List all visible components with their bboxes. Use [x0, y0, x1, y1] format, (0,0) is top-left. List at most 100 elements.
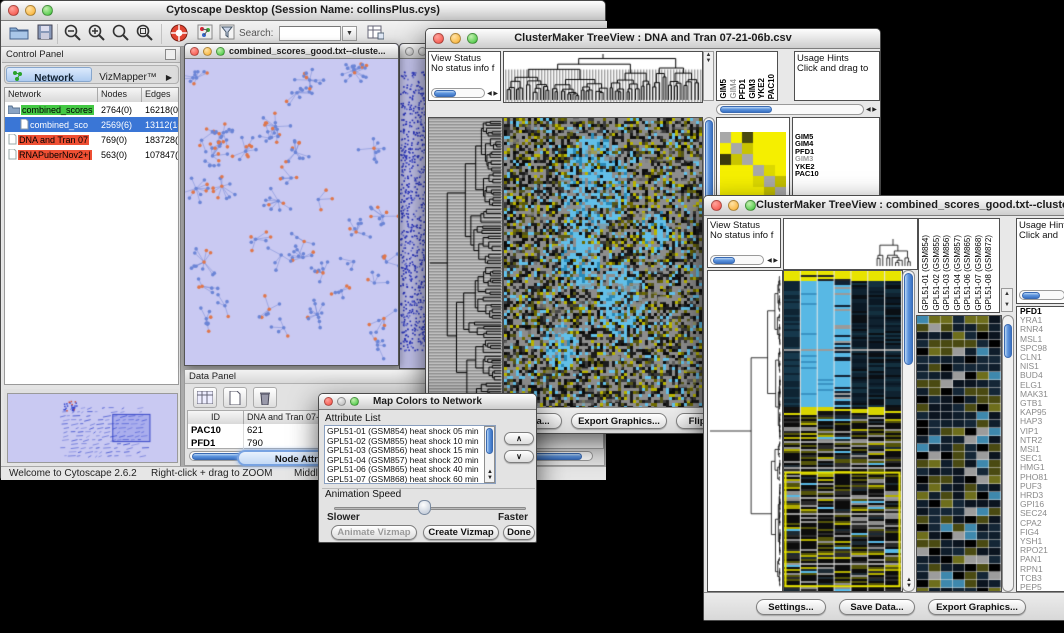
network-row[interactable]: combined_scores 2764(0) 16218(0)	[5, 102, 178, 117]
network-row[interactable]: RNAPuberNov2+| 563(0) 107847(0)	[5, 147, 178, 162]
treeview-window-combined: ClusterMaker TreeView : combined_scores_…	[703, 195, 1064, 621]
zoom-out-button[interactable]	[61, 24, 85, 44]
minimize-button[interactable]	[728, 200, 739, 211]
heatmap-vscrollbar[interactable]: ▲▼	[902, 270, 915, 592]
listbox-vscrollbar[interactable]: ▲▼	[484, 426, 495, 483]
scrollbar-thumb[interactable]	[486, 428, 493, 454]
delete-attribute-button[interactable]	[253, 387, 277, 408]
network-row[interactable]: DNA and Tran 07 769(0) 183728(0)	[5, 132, 178, 147]
col-header-nodes[interactable]: Nodes	[98, 88, 142, 102]
faster-label: Faster	[498, 512, 528, 523]
scroll-arrows[interactable]: ◀ ▶	[866, 107, 877, 113]
minimize-button[interactable]	[203, 47, 212, 56]
attribute-browser-tool-button[interactable]	[363, 24, 387, 44]
scroll-arrows[interactable]: ▲▼	[906, 577, 912, 589]
move-up-button[interactable]: ∧	[504, 432, 534, 445]
minimize-button[interactable]	[337, 397, 346, 406]
scroll-arrows[interactable]: ◀ ▶	[487, 91, 498, 97]
network-view-title-bar[interactable]: combined_scores_good.txt--cluste...	[185, 44, 398, 59]
scroll-arrows[interactable]: ▲▼	[487, 469, 493, 481]
zoom-window-button[interactable]	[216, 47, 225, 56]
row-dendrogram-canvas[interactable]	[707, 270, 783, 592]
tree-scroll-arrows[interactable]: ▲▼	[703, 51, 714, 101]
scroll-arrows[interactable]: ◀ ▶	[767, 258, 778, 264]
control-panel: Control Panel Network VizMapper™ ▶ Netwo…	[2, 47, 181, 466]
view-status-scrollbar[interactable]	[710, 255, 764, 265]
treeview2-title-bar[interactable]: ClusterMaker TreeView : combined_scores_…	[704, 196, 1064, 216]
scrollbar-thumb[interactable]	[720, 106, 772, 113]
array-label: GIM5	[719, 79, 729, 99]
export-graphics-button[interactable]: Export Graphics...	[928, 599, 1026, 615]
treeview1-title-bar[interactable]: ClusterMaker TreeView : DNA and Tran 07-…	[426, 29, 880, 49]
export-graphics-button[interactable]: Export Graphics...	[571, 413, 667, 429]
scrollbar-thumb[interactable]	[713, 257, 735, 264]
select-attributes-button[interactable]	[193, 387, 217, 408]
zoom-in-button[interactable]	[85, 24, 109, 44]
treeview2-button-bar: Settings... Save Data... Export Graphics…	[704, 592, 1064, 620]
vizmapper-tool-button[interactable]	[193, 24, 217, 44]
scrollbar-thumb[interactable]	[904, 273, 913, 365]
attribute-item[interactable]: GPL51-07 (GSM868) heat shock 60 min	[325, 475, 483, 484]
col-header-network[interactable]: Network	[5, 88, 98, 102]
zoom-vscrollbar[interactable]	[1002, 315, 1014, 592]
array-label: YKE2	[757, 78, 767, 99]
zoom-selected-button[interactable]	[133, 24, 157, 44]
open-session-button[interactable]	[7, 24, 31, 44]
gene-label[interactable]: PAC10	[793, 170, 879, 177]
scrollbar-thumb[interactable]	[1022, 292, 1040, 299]
close-button[interactable]	[324, 397, 333, 406]
heatmap-canvas[interactable]	[503, 117, 703, 409]
column-dendrogram-canvas[interactable]	[503, 51, 703, 103]
zoom-matrix-canvas[interactable]	[720, 132, 786, 198]
row-dendrogram-canvas[interactable]	[428, 117, 503, 409]
tab-vizmapper[interactable]: VizMapper™	[93, 67, 163, 82]
col-header-id[interactable]: ID	[188, 411, 244, 424]
array-label: PFD1	[738, 79, 748, 99]
tab-network[interactable]: Network	[6, 67, 92, 82]
zoom-hscrollbar[interactable]	[716, 104, 864, 115]
usage-hints-scrollbar[interactable]	[1019, 290, 1064, 300]
label-scroll-arrows[interactable]: ▲▼	[1001, 288, 1013, 312]
done-button[interactable]: Done	[503, 525, 535, 540]
speed-slider-thumb[interactable]	[418, 500, 431, 515]
close-button[interactable]	[405, 47, 414, 56]
search-dropdown-button[interactable]: ▼	[342, 26, 357, 41]
column-dendrogram-canvas[interactable]	[783, 218, 918, 270]
save-session-button[interactable]	[33, 24, 57, 44]
save-data-button[interactable]: Save Data...	[839, 599, 915, 615]
float-panel-icon[interactable]	[165, 49, 176, 60]
close-button[interactable]	[711, 200, 722, 211]
minimize-button[interactable]	[25, 5, 36, 16]
animate-vizmap-button[interactable]: Animate Vizmap	[331, 525, 417, 540]
network-row-selected[interactable]: combined_sco 2569(6) 13112(15)	[5, 117, 178, 132]
zoom-view-canvas[interactable]	[916, 315, 1002, 592]
dialog-title-bar[interactable]: Map Colors to Network	[319, 394, 536, 410]
zoom-selected-icon	[135, 24, 155, 42]
heatmap-canvas[interactable]	[783, 270, 903, 592]
filter-tool-button[interactable]	[215, 24, 239, 44]
network-graph-canvas[interactable]	[185, 59, 398, 365]
col-header-edges[interactable]: Edges	[142, 88, 178, 102]
close-button[interactable]	[433, 33, 444, 44]
close-button[interactable]	[190, 47, 199, 56]
settings-button[interactable]: Settings...	[756, 599, 826, 615]
help-button[interactable]	[167, 24, 191, 44]
scrollbar-thumb[interactable]	[434, 90, 456, 97]
zoom-window-button[interactable]	[350, 397, 359, 406]
search-input[interactable]	[279, 26, 341, 41]
tab-overflow-button[interactable]: ▶	[162, 67, 176, 82]
view-status-scrollbar[interactable]	[431, 88, 485, 98]
zoom-window-button[interactable]	[745, 200, 756, 211]
birdseye-view-canvas[interactable]	[7, 393, 178, 463]
move-down-button[interactable]: ∨	[504, 450, 534, 463]
minimize-button[interactable]	[450, 33, 461, 44]
create-vizmap-button[interactable]: Create Vizmap	[423, 525, 499, 540]
close-button[interactable]	[8, 5, 19, 16]
scrollbar-thumb[interactable]	[1004, 324, 1012, 358]
button-label: ∨	[516, 452, 522, 461]
main-title-bar[interactable]: Cytoscape Desktop (Session Name: collins…	[1, 1, 605, 21]
zoom-fit-button[interactable]	[109, 24, 133, 44]
attribute-listbox[interactable]: GPL51-01 (GSM854) heat shock 05 minGPL51…	[324, 425, 496, 484]
create-attribute-button[interactable]	[223, 387, 247, 408]
zoom-fit-icon	[111, 24, 131, 42]
